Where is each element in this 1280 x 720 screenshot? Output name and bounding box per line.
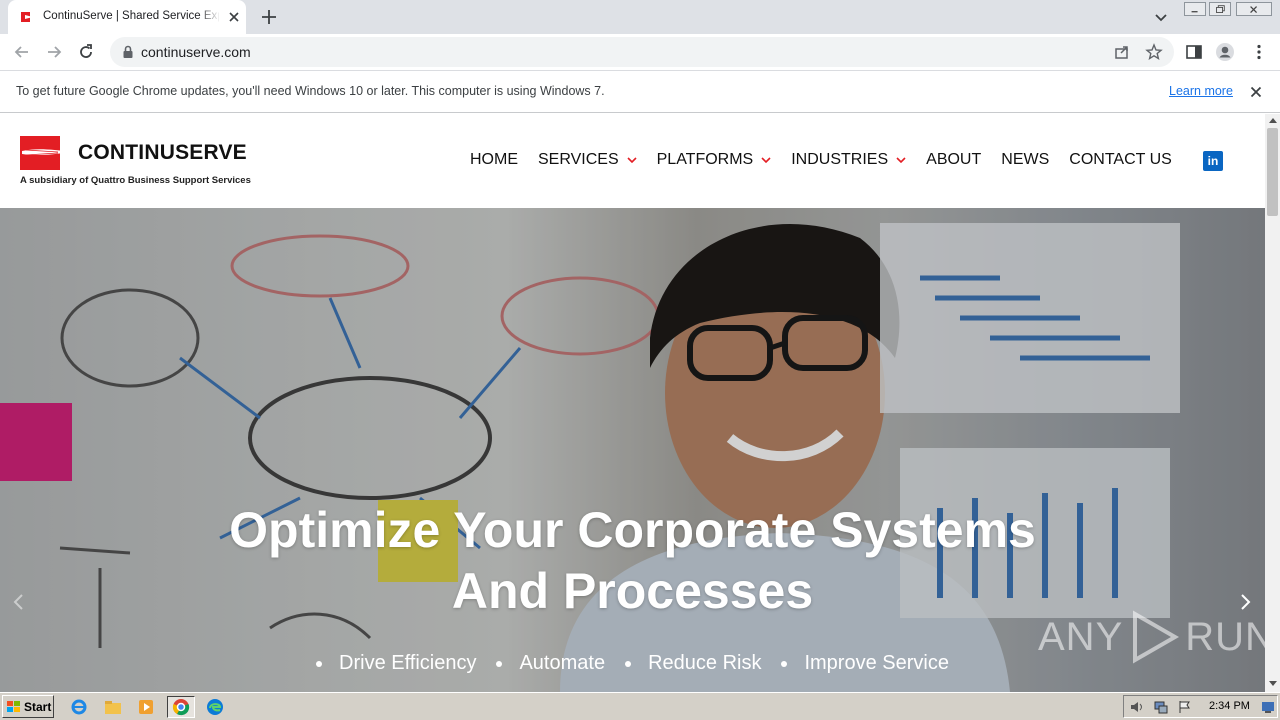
hero-bullet-item: Improve Service: [781, 652, 949, 675]
nav-label: CONTACT US: [1069, 151, 1172, 168]
restore-window-button[interactable]: [1209, 2, 1231, 16]
windows-taskbar: Start 2:34 PM: [0, 692, 1280, 720]
folder-icon: [105, 701, 121, 714]
back-arrow-icon[interactable]: [12, 42, 32, 62]
infobar-close-icon[interactable]: [1248, 84, 1264, 100]
volume-icon[interactable]: [1129, 700, 1145, 714]
start-label: Start: [24, 699, 52, 714]
tab-search-chevron-icon[interactable]: [1152, 8, 1170, 26]
slider-prev-arrow-icon[interactable]: [12, 593, 26, 611]
tab-title: ContinuServe | Shared Service Expe: [43, 10, 219, 22]
update-infobar: To get future Google Chrome updates, you…: [0, 71, 1280, 113]
file-explorer-icon[interactable]: [102, 696, 124, 718]
linkedin-icon[interactable]: in: [1203, 151, 1223, 171]
chevron-down-icon: [627, 157, 637, 163]
nav-item-platforms[interactable]: PLATFORMS: [657, 151, 772, 169]
hero-slider: Optimize Your Corporate Systems And Proc…: [0, 208, 1265, 692]
browser-tab-strip: ContinuServe | Shared Service Expe: [0, 0, 1280, 34]
url-text: continuserve.com: [141, 44, 251, 60]
media-player-icon[interactable]: [135, 696, 157, 718]
play-triangle-icon: [1133, 610, 1180, 664]
share-icon[interactable]: [1113, 43, 1131, 61]
watermark-text-right: RUN: [1185, 614, 1265, 659]
main-navigation: HOME SERVICES PLATFORMS INDUSTRIES ABOUT…: [470, 151, 1192, 169]
page-scrollbar[interactable]: [1265, 114, 1280, 692]
restore-icon: [1216, 5, 1225, 13]
hero-bullet-item: Drive Efficiency: [316, 652, 476, 675]
show-desktop-icon[interactable]: [1260, 700, 1276, 714]
scrollbar-thumb[interactable]: [1267, 128, 1278, 216]
close-window-button[interactable]: [1236, 2, 1272, 16]
address-bar[interactable]: continuserve.com: [110, 37, 1174, 67]
hero-headline: Optimize Your Corporate Systems And Proc…: [0, 500, 1265, 622]
nav-item-contact-us[interactable]: CONTACT US: [1069, 151, 1172, 169]
logo-wordmark[interactable]: CONTINUSERVE: [78, 141, 247, 165]
browser-toolbar: continuserve.com: [0, 34, 1280, 71]
browser-tab[interactable]: ContinuServe | Shared Service Expe: [8, 0, 246, 34]
logo-wordmark-part1: CONTINU: [78, 141, 176, 164]
nav-item-home[interactable]: HOME: [470, 151, 518, 169]
internet-explorer-icon[interactable]: [68, 696, 90, 718]
nav-item-news[interactable]: NEWS: [1001, 151, 1049, 169]
nav-label: PLATFORMS: [656, 151, 754, 168]
learn-more-link[interactable]: Learn more: [1169, 84, 1233, 98]
nav-label: SERVICES: [538, 151, 619, 168]
site-favicon-icon: [21, 12, 33, 22]
reload-icon[interactable]: [76, 42, 96, 62]
nav-item-services[interactable]: SERVICES: [538, 151, 637, 169]
network-icon[interactable]: [1153, 700, 1169, 714]
logo-wordmark-part2: SERVE: [175, 141, 247, 164]
hero-headline-line1: Optimize Your Corporate Systems: [229, 502, 1036, 558]
tab-title-fade: [198, 6, 220, 28]
action-center-flag-icon[interactable]: [1177, 700, 1193, 714]
hero-bullet-item: Automate: [496, 652, 605, 675]
page-viewport: CONTINUSERVE A subsidiary of Quattro Bus…: [0, 114, 1265, 692]
profile-avatar-icon[interactable]: [1215, 42, 1235, 62]
start-button[interactable]: Start: [2, 695, 54, 718]
nav-label: NEWS: [1001, 151, 1050, 168]
minimize-icon: [1191, 11, 1198, 13]
nav-item-about[interactable]: ABOUT: [926, 151, 981, 169]
side-panel-icon[interactable]: [1184, 42, 1204, 62]
lock-icon[interactable]: [122, 45, 134, 59]
bookmark-star-icon[interactable]: [1145, 43, 1163, 61]
hero-headline-line2: And Processes: [451, 563, 814, 619]
site-header: CONTINUSERVE A subsidiary of Quattro Bus…: [0, 114, 1265, 208]
infobar-message: To get future Google Chrome updates, you…: [16, 84, 605, 98]
chevron-down-icon: [761, 157, 771, 163]
chrome-taskbar-icon[interactable]: [167, 696, 195, 718]
nav-item-industries[interactable]: INDUSTRIES: [791, 151, 906, 169]
taskbar-clock[interactable]: 2:34 PM: [1209, 700, 1250, 712]
nav-label: ABOUT: [926, 151, 982, 168]
media-play-icon: [139, 700, 153, 714]
new-tab-plus-icon[interactable]: [258, 6, 280, 28]
windows-logo-icon: [7, 700, 20, 712]
continuserve-logo-mark-icon[interactable]: [20, 136, 72, 170]
chrome-logo-icon: [172, 699, 190, 716]
close-tab-icon[interactable]: [226, 9, 242, 25]
system-tray: 2:34 PM: [1123, 695, 1278, 718]
edge-logo-icon: [207, 699, 223, 715]
hero-bullet-item: Reduce Risk: [625, 652, 761, 675]
ie-logo-icon: [71, 699, 87, 715]
close-window-icon: [1250, 6, 1258, 14]
kebab-menu-icon[interactable]: [1249, 42, 1269, 62]
logo-tagline: A subsidiary of Quattro Business Support…: [20, 175, 251, 186]
scroll-up-arrow-icon[interactable]: [1269, 118, 1277, 123]
watermark-text-left: ANY: [1038, 614, 1124, 659]
forward-arrow-icon[interactable]: [44, 42, 64, 62]
scroll-down-arrow-icon[interactable]: [1269, 681, 1277, 686]
nav-label: HOME: [470, 151, 518, 168]
edge-taskbar-icon[interactable]: [204, 696, 226, 718]
minimize-window-button[interactable]: [1184, 2, 1206, 16]
anyrun-watermark: ANY RUN: [1038, 608, 1265, 666]
nav-label: INDUSTRIES: [791, 151, 889, 168]
chevron-down-icon: [896, 157, 906, 163]
